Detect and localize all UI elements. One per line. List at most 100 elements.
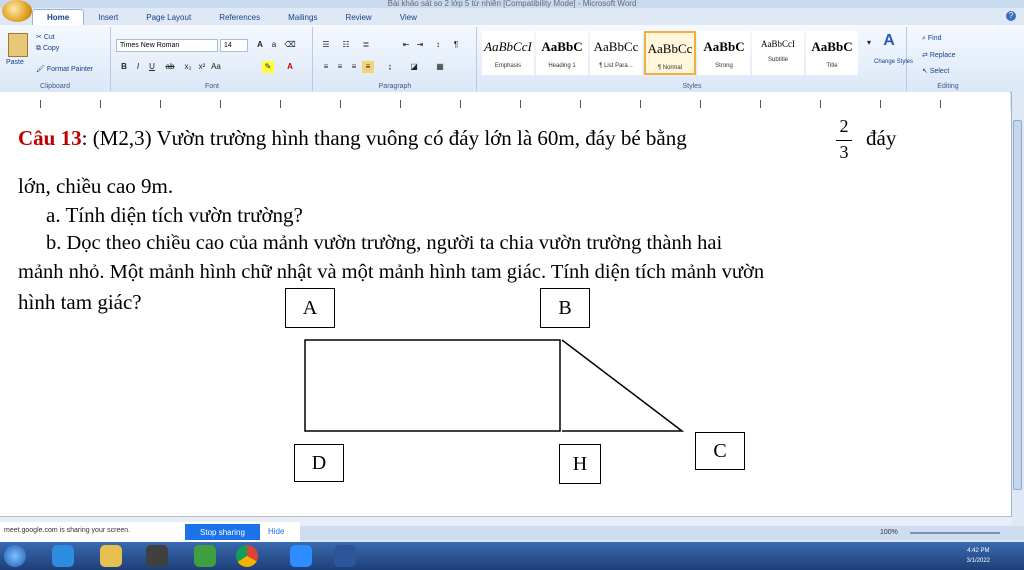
borders-icon[interactable]: ▦ <box>434 61 446 73</box>
change-styles-icon[interactable]: A <box>878 33 900 49</box>
sort-icon[interactable]: ↕ <box>432 39 444 51</box>
style-name: Title <box>826 63 838 69</box>
format-painter-button[interactable]: 🖌 Format Painter <box>36 65 93 73</box>
strikethrough-icon[interactable]: ab <box>164 61 176 73</box>
tab-references[interactable]: References <box>205 10 274 25</box>
change-case-icon[interactable]: Aa <box>210 61 222 73</box>
label-b: B <box>540 288 590 328</box>
copy-button[interactable]: ⧉ Copy <box>36 45 59 53</box>
line-spacing-icon[interactable]: ↨ <box>384 61 396 73</box>
style-title[interactable]: AaBbC Title <box>806 31 858 75</box>
word-icon[interactable] <box>334 545 356 567</box>
start-icon[interactable] <box>4 545 26 567</box>
style-name: ¶ Normal <box>657 65 683 71</box>
style-strong[interactable]: AaBbC Strong <box>698 31 750 75</box>
clear-format-icon[interactable]: ⌫ <box>284 39 296 51</box>
format-painter-label: Format Painter <box>46 66 94 73</box>
clock-date: 3/1/2022 <box>966 558 990 564</box>
italic-icon[interactable]: I <box>132 61 144 73</box>
zoom-icon[interactable] <box>290 545 312 567</box>
style-name: Subtitle <box>767 57 788 63</box>
chrome-icon[interactable] <box>236 545 258 567</box>
style-emphasis[interactable]: AaBbCcI Emphasis <box>482 31 534 75</box>
clock[interactable]: 4:42 PM 3/1/2022 <box>967 546 990 566</box>
editing-label: Editing <box>937 83 959 90</box>
label-h: H <box>559 444 601 484</box>
select-button[interactable]: ↖ Select <box>922 67 949 75</box>
decrease-indent-icon[interactable]: ⇤ <box>400 39 412 51</box>
style-sample: AaBbCcI <box>761 39 795 49</box>
find-label: Find <box>927 35 942 42</box>
window-title: Bài khảo sát so 2 lớp 5 từ nhiên [Compat… <box>0 0 1024 8</box>
triangle-shape <box>561 339 685 432</box>
highlight-icon[interactable]: ✎ <box>262 61 274 73</box>
tab-insert[interactable]: Insert <box>84 10 132 25</box>
pilcrow-icon[interactable]: ¶ <box>450 39 462 51</box>
shading-icon[interactable]: ◪ <box>408 61 420 73</box>
hide-button[interactable]: Hide <box>268 524 284 540</box>
stop-sharing-button[interactable]: Stop sharing <box>185 524 260 540</box>
tab-home[interactable]: Home <box>32 9 85 25</box>
paste-button[interactable]: Paste <box>6 59 24 66</box>
shrink-font-icon[interactable]: a <box>268 39 280 51</box>
justify-icon[interactable]: ≡ <box>362 61 374 73</box>
grow-font-icon[interactable]: A <box>254 39 266 51</box>
subscript-icon[interactable]: x₂ <box>182 61 194 73</box>
numbering-icon[interactable]: ☷ <box>340 39 352 51</box>
document-page[interactable]: Câu 13: (M2,3) Vườn trường hình thang vu… <box>0 110 1012 516</box>
cut-label: Cut <box>43 34 55 41</box>
vertical-scrollbar[interactable] <box>1011 92 1024 522</box>
style-sample: AaBbCcI <box>484 39 532 54</box>
style-list-paragraph[interactable]: AaBbCc ¶ List Para... <box>590 31 642 75</box>
superscript-icon[interactable]: x² <box>196 61 208 73</box>
tab-page-layout[interactable]: Page Layout <box>132 10 205 25</box>
replace-button[interactable]: ⇄ Replace <box>922 51 956 59</box>
bold-icon[interactable]: B <box>118 61 130 73</box>
ie-icon[interactable] <box>52 545 74 567</box>
font-size-select[interactable]: 14 <box>220 39 248 52</box>
styles-group: AaBbCcI Emphasis AaBbC Heading 1 AaBbCc ¶ L… <box>478 27 913 91</box>
copy-label: Copy <box>42 45 60 52</box>
styles-scroll-icon[interactable]: ▾ <box>863 37 875 49</box>
ribbon: Paste ✂ Cut ⧉ Copy 🖌 Format Painter Clip… <box>0 25 1024 93</box>
style-heading-1[interactable]: AaBbC Heading 1 <box>536 31 588 75</box>
zoom-slider[interactable] <box>910 532 1000 534</box>
tab-mailings[interactable]: Mailings <box>274 10 331 25</box>
paragraph-group: ☰ ☷ ≣ ⇤ ⇥ ↕ ¶ ≡ ≡ ≡ ≡ ↨ ◪ ▦ Paragraph <box>314 27 477 91</box>
bullets-icon[interactable]: ☰ <box>320 39 332 51</box>
align-right-icon[interactable]: ≡ <box>348 61 360 73</box>
font-name-select[interactable]: Times New Roman <box>116 39 218 52</box>
align-center-icon[interactable]: ≡ <box>334 61 346 73</box>
tab-view[interactable]: View <box>386 10 431 25</box>
scroll-thumb[interactable] <box>1013 120 1022 490</box>
style-name: Emphasis <box>494 63 522 69</box>
style-sample: AaBbC <box>703 39 745 54</box>
zoom-level[interactable]: 100% <box>880 529 898 536</box>
horizontal-ruler[interactable] <box>0 92 1010 111</box>
font-group: Times New Roman 14 A a ⌫ B I U ab x₂ x² … <box>112 27 313 91</box>
style-subtitle[interactable]: AaBbCcI Subtitle <box>752 31 804 75</box>
label-c: C <box>695 432 745 470</box>
font-color-icon[interactable]: A <box>284 61 296 73</box>
multilevel-list-icon[interactable]: ≣ <box>360 39 372 51</box>
media-player-icon[interactable] <box>146 545 168 567</box>
find-button[interactable]: ⌕ Find <box>922 35 942 43</box>
replace-icon: ⇄ <box>922 52 930 59</box>
style-sample: AaBbCc <box>647 41 693 56</box>
help-icon[interactable]: ? <box>1006 11 1016 21</box>
style-name: Heading 1 <box>548 63 576 69</box>
app-icon[interactable] <box>194 545 216 567</box>
align-left-icon[interactable]: ≡ <box>320 61 332 73</box>
paste-icon[interactable] <box>8 33 28 57</box>
style-normal[interactable]: AaBbCc ¶ Normal <box>644 31 696 75</box>
editing-group: ⌕ Find ⇄ Replace ↖ Select Editing <box>908 27 988 91</box>
tab-review[interactable]: Review <box>331 10 385 25</box>
screen-share-bar: meet.google.com is sharing your screen. … <box>0 522 300 542</box>
underline-icon[interactable]: U <box>146 61 158 73</box>
increase-indent-icon[interactable]: ⇥ <box>414 39 426 51</box>
folder-icon[interactable] <box>100 545 122 567</box>
styles-label: Styles <box>682 83 702 90</box>
share-message: meet.google.com is sharing your screen. <box>4 527 131 534</box>
cut-button[interactable]: ✂ Cut <box>36 33 55 41</box>
office-button[interactable] <box>2 0 32 22</box>
